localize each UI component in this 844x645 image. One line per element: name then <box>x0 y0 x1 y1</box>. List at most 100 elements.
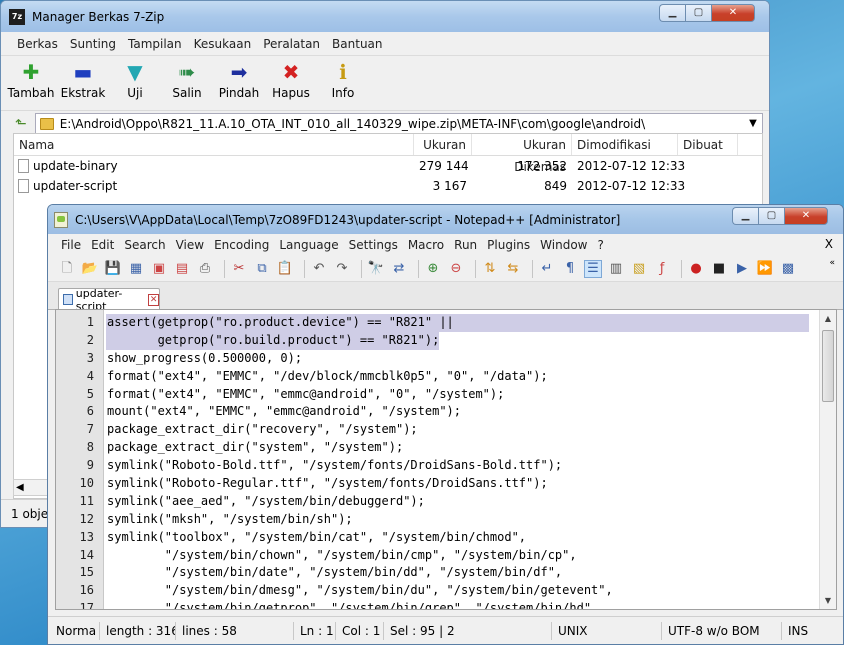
close-document-button[interactable]: X <box>825 237 833 251</box>
replace-icon[interactable]: ⇄ <box>390 260 408 278</box>
run-macro-multiple-icon[interactable]: ⏩ <box>756 260 774 278</box>
code-line[interactable]: 8 package_extract_dir("system", "/system"… <box>87 439 816 457</box>
close-file-icon[interactable]: ▣ <box>150 260 168 278</box>
toolbar-overflow-icon[interactable]: « <box>829 258 835 268</box>
indent-guide-icon[interactable]: ☰ <box>584 259 602 278</box>
column-modified[interactable]: Dimodifikasi <box>572 134 678 155</box>
address-field[interactable]: E:\Android\Oppo\R821_11.A.10_OTA_INT_010… <box>34 112 763 135</box>
find-icon[interactable]: 🔭 <box>367 260 385 278</box>
document-map-icon[interactable]: ▧ <box>630 260 648 278</box>
menu-plugins[interactable]: Plugins <box>482 238 535 252</box>
pindah-button[interactable]: ➡ Pindah <box>215 60 263 100</box>
scroll-down-icon[interactable]: ▼ <box>820 592 836 609</box>
function-list-icon[interactable]: ƒ <box>653 260 671 278</box>
ekstrak-button[interactable]: ▬ Ekstrak <box>59 60 107 100</box>
copy-icon[interactable]: ⧉ <box>253 260 271 278</box>
menu-edit[interactable]: Edit <box>86 238 119 252</box>
stop-macro-icon[interactable]: ■ <box>710 260 728 278</box>
code-line[interactable]: 3 show_progress(0.500000, 0); <box>87 350 816 368</box>
sync-horizontal-icon[interactable]: ⇆ <box>504 260 522 278</box>
cut-icon[interactable]: ✂ <box>230 260 248 278</box>
chevron-down-icon[interactable]: ▼ <box>744 118 762 129</box>
open-file-icon[interactable]: 📂 <box>81 260 99 278</box>
salin-button[interactable]: ➠ Salin <box>163 60 211 100</box>
code-line[interactable]: 17 "/system/bin/getprop", "/system/bin/g… <box>80 600 816 609</box>
play-macro-icon[interactable]: ▶ <box>733 260 751 278</box>
minimize-button[interactable]: ▁ <box>732 207 758 225</box>
code-line[interactable]: 7 package_extract_dir("recovery", "/syste… <box>87 421 816 439</box>
close-button[interactable]: ✕ <box>784 207 828 225</box>
uji-button[interactable]: ▼ Uji <box>111 60 159 100</box>
scroll-up-icon[interactable]: ▲ <box>820 310 836 327</box>
npp-titlebar[interactable]: C:\Users\V\AppData\Local\Temp\7zO89FD124… <box>48 205 843 234</box>
word-wrap-icon[interactable]: ↵ <box>538 260 556 278</box>
code-line[interactable]: 13 symlink("toolbox", "/system/bin/cat", … <box>80 529 816 547</box>
menu-encoding[interactable]: Encoding <box>209 238 274 252</box>
menu-settings[interactable]: Settings <box>344 238 403 252</box>
code-line[interactable]: 2 getprop("ro.build.product") == "R821")… <box>56 331 816 350</box>
7zip-titlebar[interactable]: 7z Manager Berkas 7-Zip ▁ ▢ ✕ <box>1 1 769 32</box>
code-line[interactable]: 14 "/system/bin/chown", "/system/bin/cmp… <box>80 547 816 565</box>
scroll-left-icon[interactable]: ◀ <box>16 482 24 493</box>
save-all-icon[interactable]: ▦ <box>127 260 145 278</box>
file-row[interactable]: updater-script 3 167 849 2012-07-12 12:33 <box>14 176 762 196</box>
record-macro-icon[interactable]: ● <box>687 260 705 278</box>
paste-icon[interactable]: 📋 <box>276 260 294 278</box>
menu-language[interactable]: Language <box>274 238 343 252</box>
tambah-button[interactable]: ✚ Tambah <box>7 60 55 100</box>
menu-tampilan[interactable]: Tampilan <box>122 37 188 51</box>
zoom-out-icon[interactable]: ⊖ <box>447 260 465 278</box>
print-icon[interactable]: ⎙ <box>196 260 214 278</box>
file-row[interactable]: update-binary 279 144 172 352 2012-07-12 12… <box>14 156 762 176</box>
menu-help[interactable]: ? <box>592 238 608 252</box>
menu-peralatan[interactable]: Peralatan <box>257 37 326 51</box>
code-line[interactable]: 15 "/system/bin/date", "/system/bin/dd",… <box>80 564 816 582</box>
scroll-thumb[interactable] <box>822 330 834 402</box>
save-macro-icon[interactable]: ▩ <box>779 260 797 278</box>
code-line[interactable]: 16 "/system/bin/dmesg", "/system/bin/du"… <box>80 582 816 600</box>
menu-run[interactable]: Run <box>449 238 482 252</box>
column-size[interactable]: Ukuran <box>414 134 472 155</box>
code-editor[interactable]: 1 assert(getprop("ro.product.device") == … <box>55 309 837 610</box>
sync-vertical-icon[interactable]: ⇅ <box>481 260 499 278</box>
menu-bantuan[interactable]: Bantuan <box>326 37 388 51</box>
show-all-chars-icon[interactable]: ¶ <box>561 260 579 278</box>
code-lines[interactable]: 1 assert(getprop("ro.product.device") == … <box>56 314 816 609</box>
hapus-button[interactable]: ✖ Hapus <box>267 60 315 100</box>
code-line[interactable]: 12 symlink("mksh", "/system/bin/sh"); <box>80 511 816 529</box>
menu-sunting[interactable]: Sunting <box>64 37 122 51</box>
redo-icon[interactable]: ↷ <box>333 260 351 278</box>
menu-kesukaan[interactable]: Kesukaan <box>188 37 258 51</box>
minimize-button[interactable]: ▁ <box>659 4 685 22</box>
tab-close-icon[interactable]: ✕ <box>148 293 159 306</box>
vertical-scrollbar[interactable]: ▲ ▼ <box>819 310 836 609</box>
close-button[interactable]: ✕ <box>711 4 755 22</box>
menu-view[interactable]: View <box>171 238 209 252</box>
close-all-icon[interactable]: ▤ <box>173 260 191 278</box>
menu-search[interactable]: Search <box>119 238 170 252</box>
code-line[interactable]: 9 symlink("Roboto-Bold.ttf", "/system/fon… <box>87 457 816 475</box>
maximize-button[interactable]: ▢ <box>758 207 784 225</box>
tab-updater-script[interactable]: updater-script ✕ <box>58 287 160 313</box>
column-name[interactable]: Nama <box>14 134 414 155</box>
up-folder-icon[interactable]: ⬑ <box>15 116 27 132</box>
column-created[interactable]: Dibuat <box>678 134 738 155</box>
zoom-in-icon[interactable]: ⊕ <box>424 260 442 278</box>
menu-macro[interactable]: Macro <box>403 238 449 252</box>
code-line[interactable]: 1 assert(getprop("ro.product.device") == … <box>56 314 816 332</box>
undo-icon[interactable]: ↶ <box>310 260 328 278</box>
code-line[interactable]: 5 format("ext4", "EMMC", "emmc@android", … <box>87 386 816 404</box>
column-packed-size[interactable]: Ukuran Dikemas <box>472 134 572 174</box>
code-line[interactable]: 6 mount("ext4", "EMMC", "emmc@android", "… <box>87 403 816 421</box>
code-line[interactable]: 4 format("ext4", "EMMC", "/dev/block/mmcb… <box>87 368 816 386</box>
code-line[interactable]: 11 symlink("aee_aed", "/system/bin/debugg… <box>80 493 816 511</box>
menu-file[interactable]: File <box>56 238 86 252</box>
menu-berkas[interactable]: Berkas <box>11 37 64 51</box>
maximize-button[interactable]: ▢ <box>685 4 711 22</box>
new-file-icon[interactable]: 🗋 <box>58 260 76 278</box>
save-icon[interactable]: 💾 <box>104 260 122 278</box>
code-line[interactable]: 10 symlink("Roboto-Regular.ttf", "/system… <box>80 475 816 493</box>
user-language-icon[interactable]: ▥ <box>607 260 625 278</box>
menu-window[interactable]: Window <box>535 238 592 252</box>
info-button[interactable]: ℹ Info <box>319 60 367 100</box>
